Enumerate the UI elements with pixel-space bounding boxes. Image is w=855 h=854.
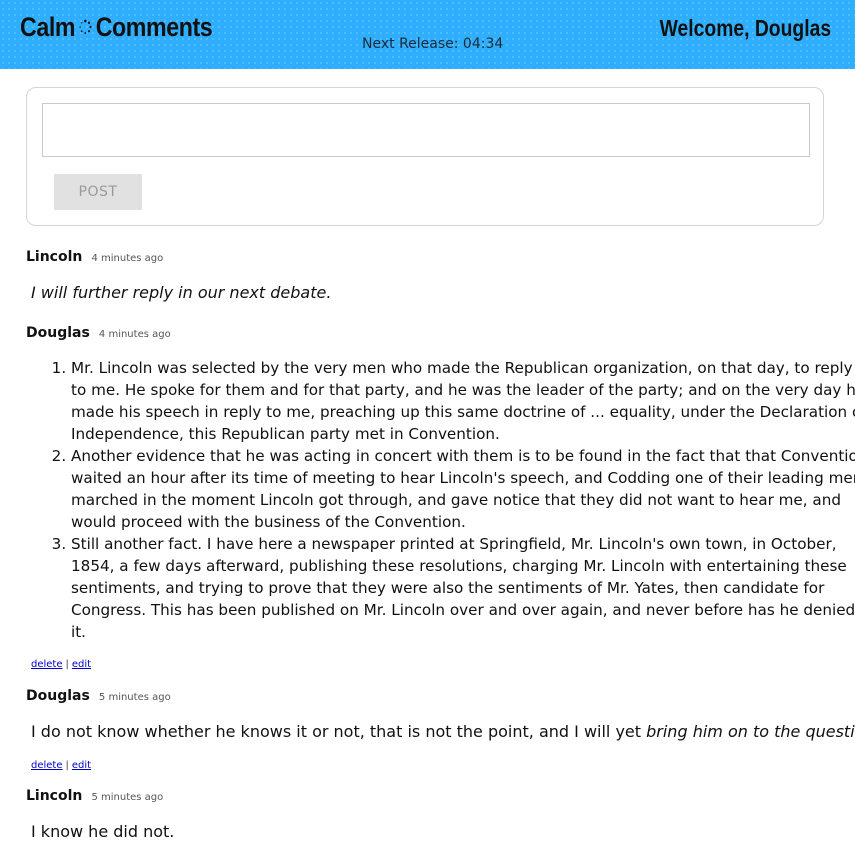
comment-composer: POST bbox=[26, 87, 824, 226]
comment-actions: delete | edit bbox=[31, 760, 91, 771]
comment-author: Douglas bbox=[26, 325, 90, 341]
comment-timestamp: 5 minutes ago bbox=[98, 692, 171, 703]
list-item: Still another fact. I have here a newspa… bbox=[71, 533, 855, 643]
action-separator: | bbox=[65, 760, 69, 771]
list-item: Another evidence that he was acting in c… bbox=[71, 445, 855, 533]
app-logo[interactable]: Calm Comments bbox=[20, 11, 213, 44]
comment-header: Douglas 5 minutes ago bbox=[26, 685, 171, 704]
post-button[interactable]: POST bbox=[54, 174, 142, 210]
welcome-message: Welcome, Douglas bbox=[659, 15, 831, 41]
comment-header: Douglas 4 minutes ago bbox=[26, 322, 171, 341]
comment-author: Lincoln bbox=[26, 788, 83, 804]
comment-body: I will further reply in our next debate. bbox=[31, 283, 332, 302]
spinner-icon bbox=[79, 11, 93, 42]
comment-author: Douglas bbox=[26, 688, 90, 704]
delete-link[interactable]: delete bbox=[31, 659, 63, 670]
next-release-timer: Next Release: 04:34 bbox=[362, 36, 504, 52]
delete-link[interactable]: delete bbox=[31, 760, 63, 771]
action-separator: | bbox=[65, 659, 69, 670]
comment-body: I know he did not. bbox=[31, 822, 175, 841]
comment-author: Lincoln bbox=[26, 249, 83, 265]
comment-body-italic: bring him on to the question. bbox=[646, 722, 855, 741]
comment-header: Lincoln 4 minutes ago bbox=[26, 246, 163, 265]
list-item: Mr. Lincoln was selected by the very men… bbox=[71, 357, 855, 445]
edit-link[interactable]: edit bbox=[72, 659, 91, 670]
comment-body-list: Mr. Lincoln was selected by the very men… bbox=[30, 357, 855, 643]
comment-body: I do not know whether he knows it or not… bbox=[31, 722, 855, 741]
logo-text-calm: Calm bbox=[20, 12, 76, 42]
comment-actions: delete | edit bbox=[31, 659, 91, 670]
comment-timestamp: 4 minutes ago bbox=[98, 329, 171, 340]
comment-timestamp: 5 minutes ago bbox=[91, 792, 164, 803]
comment-input[interactable] bbox=[42, 103, 810, 157]
app-header: Calm Comments Next Release: 04:34 Welcom… bbox=[0, 0, 855, 69]
comment-timestamp: 4 minutes ago bbox=[91, 253, 164, 264]
logo-text-comments: Comments bbox=[95, 12, 213, 42]
comment-header: Lincoln 5 minutes ago bbox=[26, 785, 163, 804]
edit-link[interactable]: edit bbox=[72, 760, 91, 771]
comment-body-plain: I do not know whether he knows it or not… bbox=[31, 722, 647, 741]
